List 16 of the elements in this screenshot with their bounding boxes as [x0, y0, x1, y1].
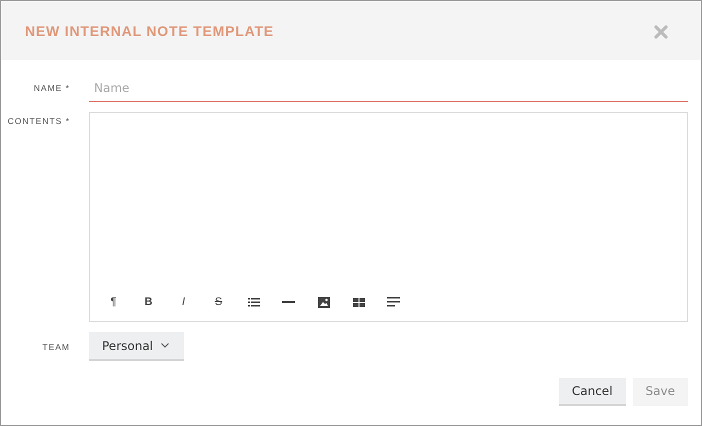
align-left-icon[interactable] — [387, 297, 400, 307]
format-button[interactable]: ¶ — [96, 293, 131, 311]
dialog-title: NEW INTERNAL NOTE TEMPLATE — [25, 22, 274, 38]
field-label: TEAM — [41, 342, 71, 352]
format-button[interactable]: S — [201, 293, 236, 311]
team-dropdown[interactable]: Personal — [89, 332, 184, 361]
cancel-button[interactable]: Cancel — [558, 378, 626, 406]
format-button[interactable]: B — [131, 293, 166, 311]
list-icon[interactable] — [248, 297, 260, 307]
image-icon[interactable] — [318, 296, 330, 308]
table-icon[interactable] — [352, 298, 364, 306]
chevron-down-icon — [161, 343, 170, 348]
contents-editor[interactable]: ¶ B I S — [89, 112, 688, 322]
field-label: NAME * — [32, 82, 71, 95]
field-label: CONTENTS * — [6, 115, 71, 128]
format-button[interactable]: I — [166, 293, 201, 311]
